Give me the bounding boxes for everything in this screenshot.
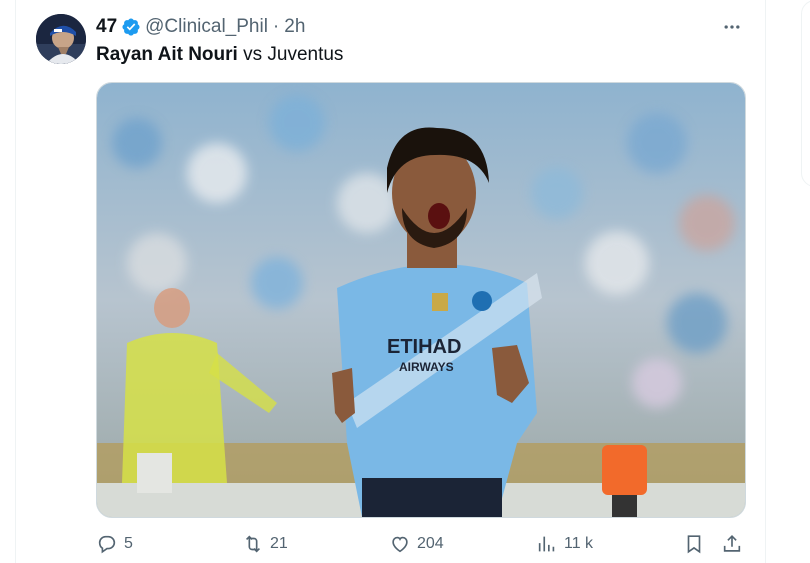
tweet-header: 47 @Clinical_Phil · 2h (96, 14, 305, 40)
reply-count: 5 (124, 535, 133, 552)
heart-icon (392, 536, 408, 553)
share-button[interactable] (721, 529, 749, 559)
views-button[interactable]: 11 k (536, 529, 593, 559)
column-divider-right (765, 0, 766, 563)
repost-count: 21 (270, 535, 288, 552)
bookmark-icon (687, 535, 701, 554)
reply-button[interactable]: 5 (96, 529, 133, 559)
like-button[interactable]: 204 (389, 529, 444, 559)
tweet-text-rest: vs Juventus (237, 44, 344, 65)
svg-text:ETIHAD: ETIHAD (387, 336, 461, 358)
repost-icon (245, 535, 261, 553)
bookmark-button[interactable] (683, 529, 711, 559)
user-handle[interactable]: @Clinical_Phil (145, 16, 268, 38)
like-count: 204 (417, 535, 444, 552)
column-divider-left (15, 0, 16, 563)
avatar[interactable] (36, 14, 86, 64)
views-icon (538, 536, 555, 552)
share-icon (723, 535, 741, 552)
timestamp[interactable]: 2h (284, 16, 305, 38)
separator-dot: · (272, 16, 280, 37)
tweet-text: Rayan Ait Nouri vs Juventus (96, 43, 343, 67)
more-button[interactable] (718, 14, 746, 40)
views-count: 11 k (564, 535, 594, 552)
tweet-actions: 5 21 204 11 k (0, 529, 810, 559)
svg-text:AIRWAYS: AIRWAYS (399, 360, 454, 374)
more-horizontal-icon (724, 25, 740, 29)
display-name[interactable]: 47 (96, 16, 117, 38)
football-player-photo: ETIHAD AIRWAYS (97, 83, 745, 517)
verified-badge-icon (122, 18, 140, 36)
tweet-photo[interactable]: ETIHAD AIRWAYS (96, 82, 746, 518)
reply-icon (98, 535, 116, 554)
tweet-text-bold: Rayan Ait Nouri (96, 44, 238, 65)
sidebar-panel-edge (801, 0, 810, 187)
repost-button[interactable]: 21 (242, 529, 288, 559)
